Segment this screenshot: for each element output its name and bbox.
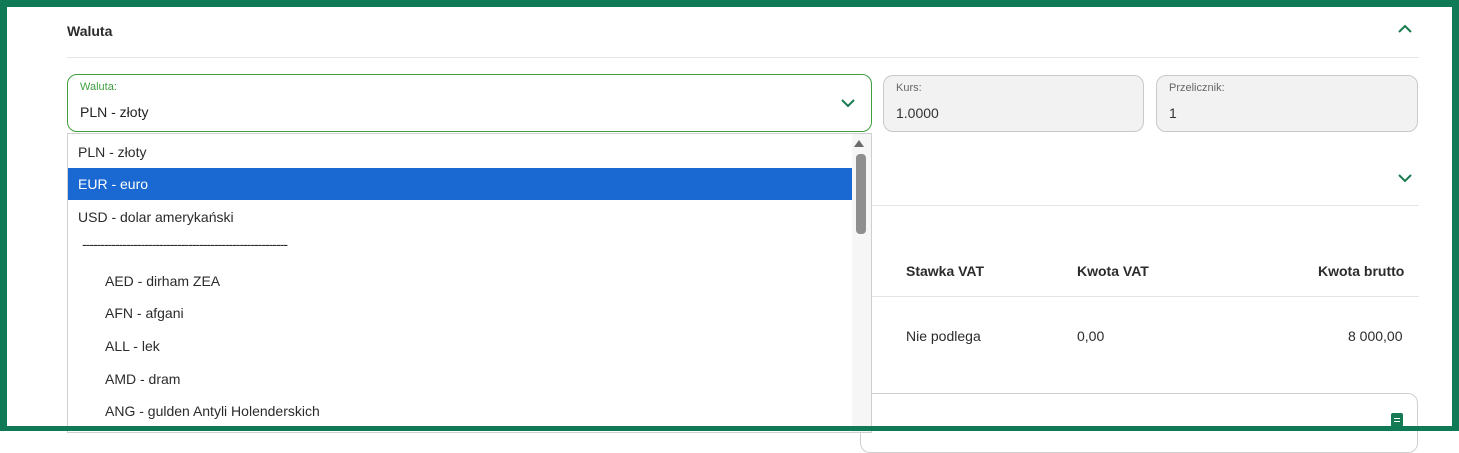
- cell-gross: 8 000,00: [1348, 328, 1403, 344]
- currency-option-separator: ----------------------------------------…: [68, 234, 852, 266]
- currency-option-selected[interactable]: EUR - euro: [68, 168, 852, 200]
- document-icon[interactable]: [1391, 413, 1403, 427]
- table-header-divider: [872, 296, 1419, 297]
- currency-option-label: AED - dirham ZEA: [105, 273, 221, 289]
- currency-label: Waluta:: [80, 81, 117, 93]
- cell-vat-amount: 0,00: [1077, 328, 1105, 344]
- section-title: Waluta: [67, 23, 113, 39]
- currency-option-label: PLN - złoty: [78, 144, 147, 160]
- currency-dropdown-list[interactable]: PLN - złoty EUR - euro USD - dolar amery…: [67, 133, 872, 433]
- currency-option-label: ANG - gulden Antyli Holenderskich: [105, 403, 320, 419]
- currency-option-label: AMD - dram: [105, 371, 181, 387]
- chevron-down-icon[interactable]: [1396, 171, 1414, 185]
- chevron-down-icon[interactable]: [840, 97, 856, 109]
- header-vat-amount: Kwota VAT: [1077, 263, 1149, 279]
- currency-option[interactable]: AED - dirham ZEA: [68, 265, 852, 297]
- currency-option-label: EUR - euro: [78, 176, 149, 192]
- currency-option[interactable]: AFN - afgani: [68, 297, 852, 329]
- currency-option[interactable]: PLN - złoty: [68, 136, 852, 168]
- rate-value: 1.0000: [896, 105, 939, 121]
- scroll-up-arrow-icon[interactable]: [854, 140, 864, 147]
- header-gross: Kwota brutto: [1318, 263, 1405, 279]
- converter-label: Przelicznik:: [1169, 82, 1225, 94]
- section-divider: [67, 57, 1419, 58]
- cell-vat-rate: Nie podlega: [906, 328, 981, 344]
- currency-option-label: ALL - lek: [105, 338, 160, 354]
- rate-field[interactable]: Kurs: 1.0000: [883, 75, 1144, 132]
- currency-option[interactable]: AMD - dram: [68, 363, 852, 395]
- currency-select[interactable]: Waluta: PLN - złoty: [67, 74, 872, 132]
- separator-label: ----------------------------------------…: [82, 236, 288, 252]
- currency-option[interactable]: ALL - lek: [68, 330, 852, 362]
- currency-option-label: AFN - afgani: [105, 305, 184, 321]
- currency-value: PLN - złoty: [80, 104, 149, 120]
- chevron-up-icon[interactable]: [1396, 22, 1414, 36]
- converter-field[interactable]: Przelicznik: 1: [1156, 75, 1418, 132]
- notes-box[interactable]: [860, 393, 1418, 453]
- section-divider: [872, 205, 1419, 206]
- header-vat-rate: Stawka VAT: [906, 263, 985, 279]
- rate-label: Kurs:: [896, 82, 922, 94]
- converter-value: 1: [1169, 105, 1177, 121]
- scrollbar-thumb[interactable]: [856, 154, 866, 234]
- currency-option[interactable]: ANG - gulden Antyli Holenderskich: [68, 395, 852, 427]
